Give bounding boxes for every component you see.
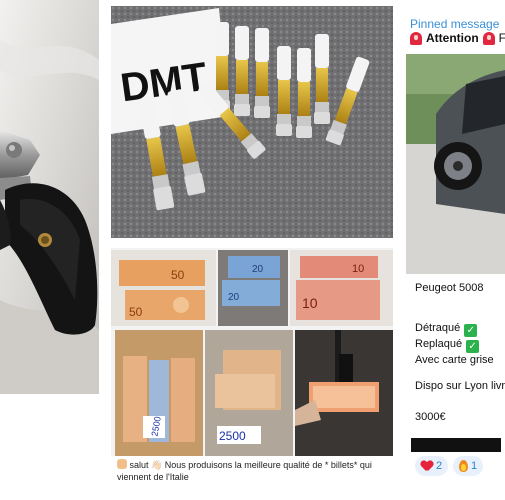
replaque-line: Replaqué ✓ [415, 338, 480, 353]
pinned-message-preview[interactable]: Attention F [410, 31, 505, 45]
bills-50-photo: 50 50 [111, 250, 216, 326]
reaction-heart-count: 2 [436, 460, 443, 472]
reaction-fire[interactable]: 1 [453, 456, 484, 476]
bills-20-photo: 20 20 [218, 250, 288, 326]
banknotes-photo-grid: 50 50 20 20 10 10 2500 2500 [111, 248, 393, 456]
bill-label-50b: 50 [129, 305, 143, 319]
revolver-photo [0, 0, 99, 394]
bill-label-10b: 10 [302, 295, 318, 311]
replaque-text: Replaqué [415, 338, 463, 350]
pinned-message-text: Attention [426, 31, 479, 45]
bills-caption: salut 👋🏻 Nous produisons la meilleure qu… [111, 456, 393, 496]
telegram-channel-panel: Pinned message Attention F Peugeot 5008 … [403, 0, 505, 500]
car-model: Peugeot 5008 [415, 282, 484, 294]
carte-grise-line: Avec carte grise [415, 354, 494, 366]
dispo-line: Dispo sur Lyon livr [415, 380, 505, 392]
fire-icon [459, 460, 468, 472]
vape-cartridges-photo: DMT [111, 6, 393, 238]
detraque-text: Détraqué [415, 322, 461, 334]
bill-label-10a: 10 [352, 263, 364, 275]
bills-10-photo: 10 10 [290, 250, 393, 326]
siren-icon [410, 31, 422, 45]
check-icon: ✓ [464, 324, 478, 337]
heart-icon [421, 461, 433, 472]
bill-label-20a: 20 [252, 264, 264, 275]
bill-label-50a: 50 [171, 268, 185, 282]
screenshot-collage: DMT 50 50 20 20 10 10 2500 2500 salut 👋🏻… [0, 0, 505, 500]
price: 3000€ [415, 411, 446, 423]
bills-box-photo: 2500 [115, 330, 203, 456]
reaction-fire-count: 1 [471, 460, 478, 472]
detraque-line: Détraqué ✓ [415, 322, 478, 337]
bills-caption-text: salut 👋🏻 Nous produisons la meilleure qu… [117, 460, 372, 482]
siren-icon [482, 31, 495, 45]
wave-hand-icon [117, 459, 127, 469]
handwritten-amount-b: 2500 [219, 429, 246, 443]
pinned-message-trailing: F [498, 31, 505, 45]
check-icon: ✓ [466, 340, 480, 353]
reaction-heart[interactable]: 2 [415, 456, 449, 476]
redacted-bar [411, 438, 501, 452]
vape-image: DMT [111, 6, 393, 238]
bill-uv-lamp-photo [295, 330, 393, 456]
pinned-message-title[interactable]: Pinned message [410, 17, 499, 31]
revolver-image [0, 0, 99, 394]
bills-stack-photo: 2500 [205, 330, 293, 456]
car-photo[interactable] [406, 54, 505, 274]
bill-label-20b: 20 [228, 292, 240, 303]
